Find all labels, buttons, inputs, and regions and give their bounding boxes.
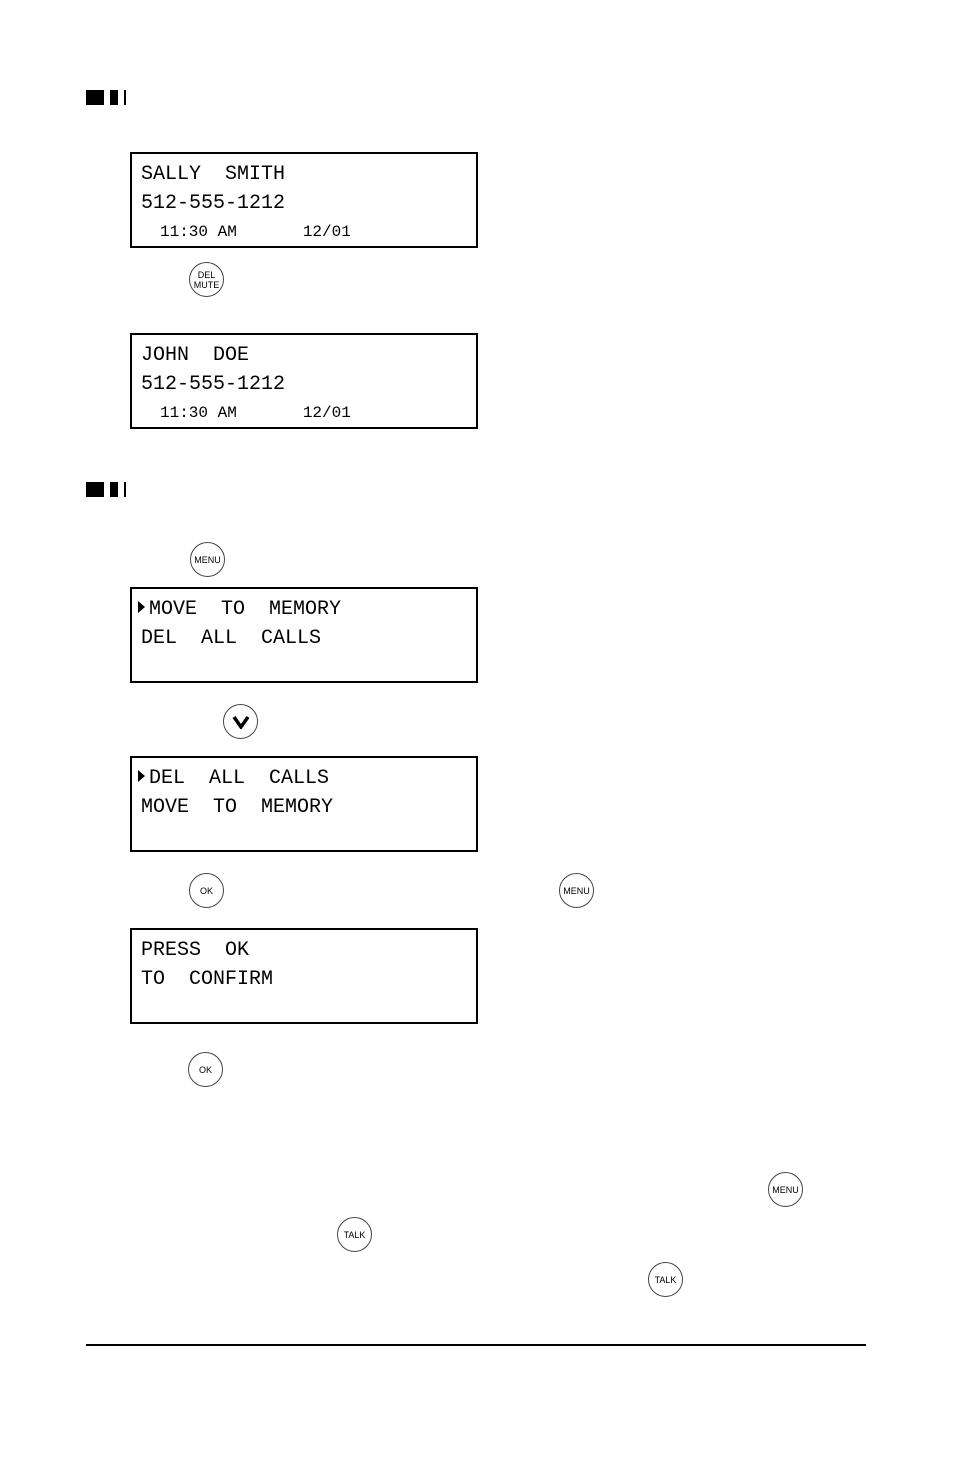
- footer-rule: [86, 1344, 866, 1346]
- down-arrow-button[interactable]: [223, 704, 258, 739]
- lcd-screen-menu-move: MOVE TO MEMORY DEL ALL CALLS: [130, 587, 478, 683]
- lcd-other-item: DEL ALL CALLS: [141, 627, 322, 650]
- lcd-line-time: 11:30 AM 12/01: [160, 401, 351, 425]
- lcd-line-name: JOHN DOE: [141, 344, 250, 367]
- lcd-selected-item: MOVE TO MEMORY: [138, 598, 341, 622]
- lcd-line-name: SALLY SMITH: [141, 163, 286, 186]
- talk-button[interactable]: TALK: [337, 1217, 372, 1252]
- lcd-line-number: 512-555-1212: [141, 192, 286, 215]
- menu-button[interactable]: MENU: [190, 542, 225, 577]
- lcd-line-2: TO CONFIRM: [141, 968, 274, 991]
- lcd-screen-confirm: PRESS OK TO CONFIRM: [130, 928, 478, 1024]
- lcd-time: 11:30 AM: [160, 404, 237, 422]
- ok-button[interactable]: OK: [189, 873, 224, 908]
- lcd-selected-text: MOVE TO MEMORY: [149, 598, 342, 621]
- lcd-screen-john-doe: JOHN DOE 512-555-1212 11:30 AM 12/01: [130, 333, 478, 429]
- cursor-arrow-icon: [138, 601, 145, 613]
- ok-button[interactable]: OK: [188, 1052, 223, 1087]
- lcd-date: 12/01: [302, 223, 351, 241]
- lcd-other-item: MOVE TO MEMORY: [141, 796, 334, 819]
- lcd-selected-text: DEL ALL CALLS: [149, 767, 330, 790]
- chevron-down-icon: [232, 715, 249, 729]
- del-label: DEL: [197, 269, 216, 280]
- del-mute-button[interactable]: DEL MUTE: [189, 262, 224, 297]
- menu-button[interactable]: MENU: [768, 1172, 803, 1207]
- section-marker-icon: [86, 90, 126, 105]
- mute-label: MUTE: [193, 279, 220, 290]
- section-marker-icon: [86, 482, 126, 497]
- talk-button[interactable]: TALK: [648, 1262, 683, 1297]
- lcd-line-time: 11:30 AM 12/01: [160, 220, 351, 244]
- lcd-screen-sally-smith: SALLY SMITH 512-555-1212 11:30 AM 12/01: [130, 152, 478, 248]
- lcd-line-number: 512-555-1212: [141, 373, 286, 396]
- lcd-screen-menu-delete: DEL ALL CALLS MOVE TO MEMORY: [130, 756, 478, 852]
- cursor-arrow-icon: [138, 770, 145, 782]
- menu-button[interactable]: MENU: [559, 873, 594, 908]
- lcd-line-1: PRESS OK: [141, 939, 250, 962]
- lcd-time: 11:30 AM: [160, 223, 237, 241]
- lcd-selected-item: DEL ALL CALLS: [138, 767, 329, 791]
- lcd-date: 12/01: [302, 404, 351, 422]
